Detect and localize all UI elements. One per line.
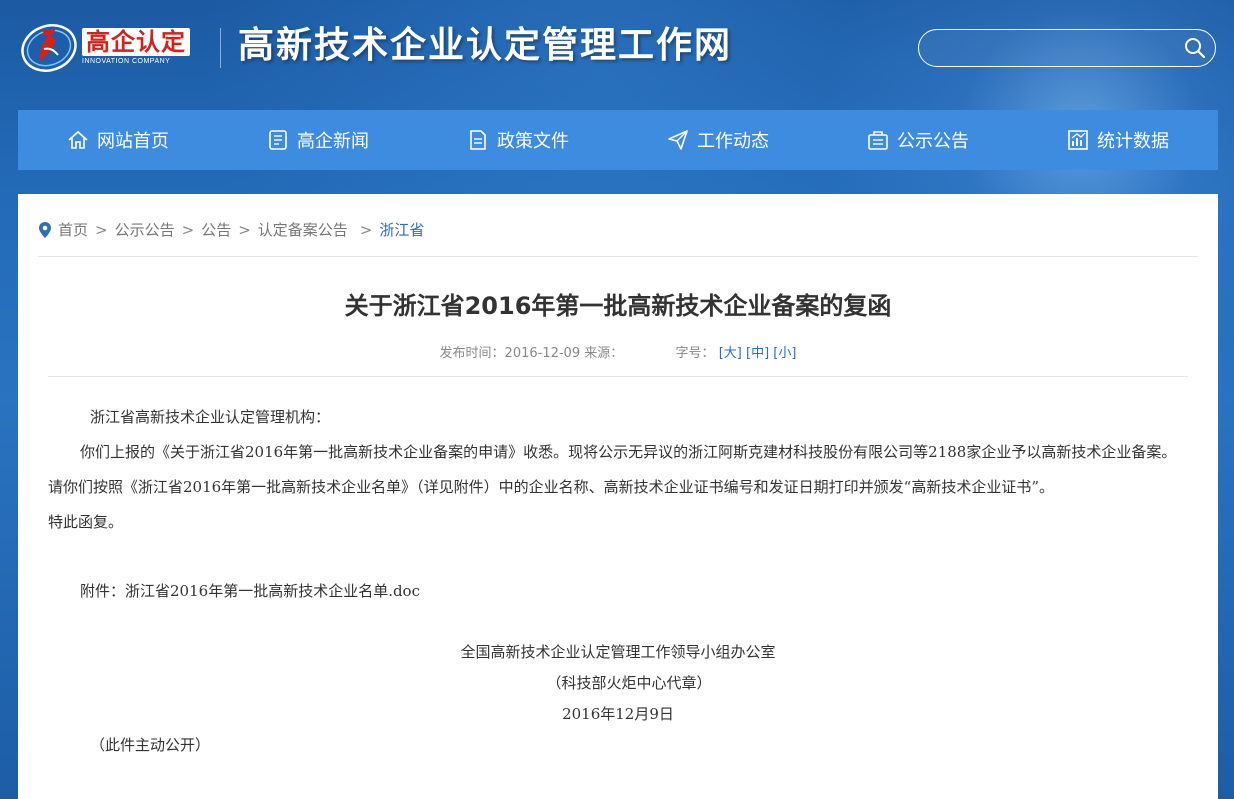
search-box (918, 29, 1216, 67)
breadcrumb-home[interactable]: 首页 (58, 219, 88, 241)
nav-label: 统计数据 (1097, 131, 1169, 152)
publish-date: 发布时间：2016-12-09 (439, 346, 581, 361)
send-icon (668, 130, 688, 150)
signature-date: 2016年12月9日 (562, 705, 674, 723)
breadcrumb-current[interactable]: 浙江省 (379, 219, 424, 241)
breadcrumb-announcement[interactable]: 公告 (201, 219, 231, 241)
logo-cn-text: 高企认定 (82, 27, 190, 56)
nav-item-policy[interactable]: 政策文件 (418, 110, 618, 170)
logo-text: 高企认定 INNOVATION COMPANY (82, 27, 190, 65)
logo-icon (18, 15, 80, 77)
main-nav: 网站首页 高企新闻 政策文件 工作动态 公示公告 统计数据 (18, 110, 1218, 170)
breadcrumb-separator: > (238, 221, 251, 239)
site-title: 高新技术企业认定管理工作网 (238, 24, 733, 66)
attachment-link[interactable]: 浙江省2016年第一批高新技术企业名单.doc (125, 582, 420, 600)
location-pin-icon (39, 222, 51, 238)
nav-label: 政策文件 (497, 131, 569, 152)
font-size-medium-link[interactable]: [中] (746, 346, 769, 361)
logo-divider (220, 28, 221, 68)
search-icon[interactable] (1183, 36, 1207, 60)
signature-org: 全国高新技术企业认定管理工作领导小组办公室 (460, 643, 776, 661)
article-title: 关于浙江省2016年第一批高新技术企业备案的复函 (344, 292, 892, 320)
article-meta: 发布时间：2016-12-09 来源： 字号： [大] [中] [小] (18, 342, 1218, 361)
nav-item-home[interactable]: 网站首页 (18, 110, 218, 170)
signature-block: 全国高新技术企业认定管理工作领导小组办公室 （科技部火炬中心代章） 2016年1… (48, 637, 1188, 730)
nav-item-notices[interactable]: 公示公告 (818, 110, 1018, 170)
font-size-small-link[interactable]: [小] (773, 346, 796, 361)
source-label: 来源： (584, 346, 624, 361)
body-paragraph: 你们上报的《关于浙江省2016年第一批高新技术企业备案的申请》收悉。现将公示无异… (48, 443, 1177, 496)
nav-item-news[interactable]: 高企新闻 (218, 110, 418, 170)
attachment: 附件：浙江省2016年第一批高新技术企业名单.doc (48, 574, 1188, 609)
breadcrumb-notices[interactable]: 公示公告 (115, 219, 175, 241)
signature-proxy: （科技部火炬中心代章） (546, 674, 712, 692)
breadcrumb-divider (38, 256, 1198, 257)
meta-divider (48, 376, 1188, 377)
font-size-large-link[interactable]: [大] (719, 346, 742, 361)
chart-icon (1068, 130, 1088, 150)
nav-item-statistics[interactable]: 统计数据 (1018, 110, 1218, 170)
article-body: 浙江省高新技术企业认定管理机构： 你们上报的《关于浙江省2016年第一批高新技术… (48, 400, 1188, 761)
nav-label: 工作动态 (697, 131, 769, 152)
breadcrumb-separator: > (95, 221, 108, 239)
disclosure-note: （此件主动公开） (90, 736, 211, 754)
font-size-label: 字号： (675, 346, 715, 361)
nav-label: 网站首页 (97, 131, 169, 152)
salutation: 浙江省高新技术企业认定管理机构： (90, 408, 331, 426)
logo-en-text: INNOVATION COMPANY (82, 57, 171, 65)
attachment-label: 附件： (80, 582, 126, 600)
home-icon (68, 130, 88, 149)
notice-icon (868, 131, 888, 150)
content-panel: 首页 > 公示公告 > 公告 > 认定备案公告 > 浙江省 关于浙江省2016年… (18, 194, 1218, 799)
nav-item-work-updates[interactable]: 工作动态 (618, 110, 818, 170)
nav-label: 公示公告 (897, 131, 969, 152)
nav-label: 高企新闻 (297, 131, 369, 152)
site-header: 高企认定 INNOVATION COMPANY 高新技术企业认定管理工作网 (0, 0, 1234, 100)
search-input[interactable] (935, 36, 1179, 62)
breadcrumb-filing-announcement[interactable]: 认定备案公告 (258, 219, 348, 241)
site-logo[interactable]: 高企认定 INNOVATION COMPANY (18, 14, 208, 78)
document-icon (470, 130, 486, 150)
breadcrumb-separator: > (359, 221, 373, 239)
breadcrumb-separator: > (181, 221, 195, 239)
breadcrumb: 首页 > 公示公告 > 公告 > 认定备案公告 > 浙江省 (38, 219, 424, 241)
closing-text: 特此函复。 (48, 513, 124, 531)
news-icon (269, 130, 287, 150)
